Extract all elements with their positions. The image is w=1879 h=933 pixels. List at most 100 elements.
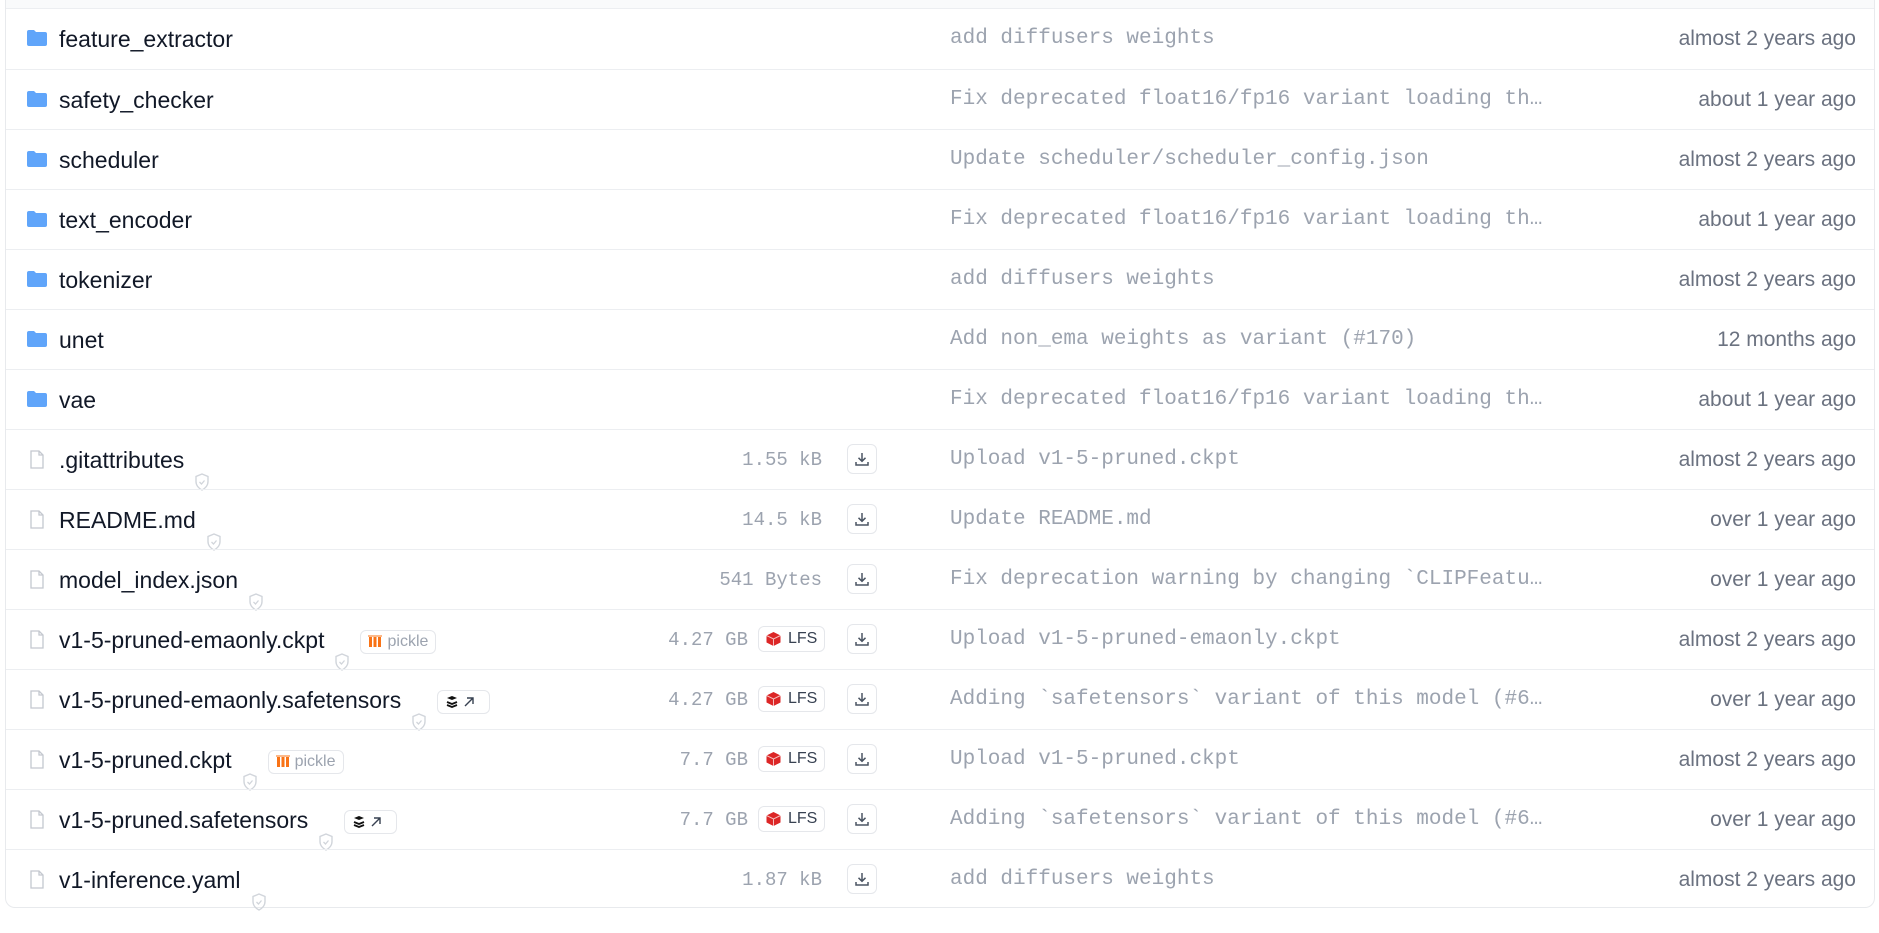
entry-name[interactable]: vae [59, 387, 96, 413]
file-row[interactable]: v1-inference.yaml 1.87 kB add diffusers we… [6, 849, 1874, 911]
pickle-badge[interactable]: pickle [267, 749, 344, 774]
file-row[interactable]: v1-5-pruned-emaonly.ckpt pickle 4.27 GB LFS… [6, 609, 1874, 671]
entry-name[interactable]: model_index.json [59, 567, 238, 593]
folder-row[interactable]: vae Fix deprecated float16/fp16 variant l… [6, 369, 1874, 429]
file-row[interactable]: v1-5-pruned.safetensors 7.7 GB LFS Adding `… [6, 789, 1874, 851]
download-icon [854, 871, 870, 887]
commit-date: over 1 year ago [1710, 508, 1856, 531]
file-icon [26, 570, 48, 589]
download-button[interactable] [847, 444, 877, 474]
commit-message-link[interactable]: add diffusers weights [950, 9, 1550, 69]
entry-name[interactable]: README.md [59, 507, 196, 533]
commit-message-link[interactable]: Update scheduler/scheduler_config.json [950, 130, 1550, 190]
entry-name[interactable]: v1-5-pruned-emaonly.ckpt [59, 627, 324, 653]
folder-name-link[interactable]: text_encoder [59, 190, 192, 250]
file-name-link[interactable]: v1-inference.yaml [59, 850, 267, 911]
commit-message-link[interactable]: Upload v1-5-pruned-emaonly.ckpt [950, 610, 1550, 670]
download-button[interactable] [847, 744, 877, 774]
folder-row[interactable]: text_encoder Fix deprecated float16/fp16 … [6, 189, 1874, 249]
entry-name[interactable]: unet [59, 327, 104, 353]
commit-message-link[interactable]: Fix deprecated float16/fp16 variant load… [950, 190, 1550, 250]
file-name-link[interactable]: model_index.json [59, 550, 264, 611]
pickle-badge[interactable]: pickle [360, 629, 437, 654]
file-icon [26, 510, 48, 529]
entry-name[interactable]: safety_checker [59, 87, 214, 113]
safe-shield-icon[interactable] [248, 573, 264, 611]
lfs-badge[interactable]: LFS [758, 806, 826, 832]
entry-name[interactable]: v1-5-pruned.safetensors [59, 807, 308, 833]
file-name-link[interactable]: README.md [59, 490, 222, 551]
safe-shield-icon[interactable] [334, 633, 350, 671]
file-name-link[interactable]: .gitattributes [59, 430, 210, 491]
file-icon [26, 450, 48, 469]
folder-row[interactable]: scheduler Update scheduler/scheduler_conf… [6, 129, 1874, 189]
commit-message-link[interactable]: Adding `safetensors` variant of this mod… [950, 790, 1550, 850]
folder-row[interactable]: unet Add non_ema weights as variant (#170… [6, 309, 1874, 369]
lfs-badge[interactable]: LFS [758, 746, 826, 772]
file-row[interactable]: .gitattributes 1.55 kB Upload v1-5-pruned.… [6, 429, 1874, 491]
commit-message-link[interactable]: Fix deprecation warning by changing `CLI… [950, 550, 1550, 610]
file-icon [26, 750, 48, 769]
entry-name[interactable]: tokenizer [59, 267, 152, 293]
folder-name-link[interactable]: vae [59, 370, 96, 430]
file-icon [26, 690, 48, 709]
lfs-label: LFS [788, 690, 818, 707]
file-name-link[interactable]: v1-5-pruned.safetensors [59, 790, 398, 851]
file-name-link[interactable]: v1-5-pruned-emaonly.safetensors [59, 670, 491, 731]
safetensors-viewer-icon[interactable] [344, 809, 398, 834]
entry-name[interactable]: v1-5-pruned-emaonly.safetensors [59, 687, 401, 713]
commit-date: almost 2 years ago [1678, 27, 1856, 50]
lfs-badge[interactable]: LFS [758, 686, 826, 712]
download-button[interactable] [847, 684, 877, 714]
file-row[interactable]: v1-5-pruned.ckpt pickle 7.7 GB LFS Upload v1… [6, 729, 1874, 791]
file-row[interactable]: README.md 14.5 kB Update README.md over 1 y… [6, 489, 1874, 551]
folder-name-link[interactable]: safety_checker [59, 70, 214, 130]
commit-date: almost 2 years ago [1678, 628, 1856, 651]
download-button[interactable] [847, 504, 877, 534]
file-row[interactable]: v1-5-pruned-emaonly.safetensors 4.27 GB LF… [6, 669, 1874, 731]
entry-name[interactable]: text_encoder [59, 207, 192, 233]
entry-name[interactable]: v1-inference.yaml [59, 867, 241, 893]
safe-shield-icon[interactable] [318, 813, 334, 851]
folder-row[interactable]: safety_checker Fix deprecated float16/fp1… [6, 69, 1874, 129]
download-button[interactable] [847, 624, 877, 654]
commit-message-link[interactable]: Fix deprecated float16/fp16 variant load… [950, 70, 1550, 130]
safe-shield-icon[interactable] [411, 693, 427, 731]
commit-message-link[interactable]: Update README.md [950, 490, 1550, 550]
download-icon [854, 511, 870, 527]
folder-name-link[interactable]: tokenizer [59, 250, 152, 310]
entry-name[interactable]: v1-5-pruned.ckpt [59, 747, 232, 773]
download-button[interactable] [847, 804, 877, 834]
commit-message-link[interactable]: Add non_ema weights as variant (#170) [950, 310, 1550, 370]
entry-name[interactable]: scheduler [59, 147, 159, 173]
commit-message-link[interactable]: Upload v1-5-pruned.ckpt [950, 430, 1550, 490]
commit-message-link[interactable]: add diffusers weights [950, 250, 1550, 310]
folder-row[interactable]: tokenizer add diffusers weights almost 2 y… [6, 249, 1874, 309]
file-name-link[interactable]: v1-5-pruned-emaonly.ckpt pickle [59, 610, 437, 671]
file-icon [26, 870, 48, 889]
file-row[interactable]: model_index.json 541 Bytes Fix deprecation… [6, 549, 1874, 611]
commit-message-link[interactable]: Adding `safetensors` variant of this mod… [950, 670, 1550, 730]
lfs-badge[interactable]: LFS [758, 626, 826, 652]
safe-shield-icon[interactable] [251, 873, 267, 911]
folder-name-link[interactable]: feature_extractor [59, 9, 233, 69]
safetensors-viewer-icon[interactable] [437, 689, 491, 714]
folder-name-link[interactable]: scheduler [59, 130, 159, 190]
file-size: 1.87 kB [742, 869, 822, 891]
file-name-link[interactable]: v1-5-pruned.ckpt pickle [59, 730, 344, 791]
commit-message-link[interactable]: add diffusers weights [950, 850, 1550, 910]
safe-shield-icon[interactable] [194, 453, 210, 491]
pickle-badge-label: pickle [387, 632, 429, 650]
entry-name[interactable]: .gitattributes [59, 447, 184, 473]
folder-name-link[interactable]: unet [59, 310, 104, 370]
entry-name[interactable]: feature_extractor [59, 26, 233, 52]
safe-shield-icon[interactable] [242, 753, 258, 791]
download-icon [854, 751, 870, 767]
safe-shield-icon[interactable] [206, 513, 222, 551]
commit-message-link[interactable]: Upload v1-5-pruned.ckpt [950, 730, 1550, 790]
commit-message-link[interactable]: Fix deprecated float16/fp16 variant load… [950, 370, 1550, 430]
commit-date: almost 2 years ago [1678, 748, 1856, 771]
download-button[interactable] [847, 564, 877, 594]
folder-row[interactable]: feature_extractor add diffusers weights al… [6, 9, 1874, 69]
download-button[interactable] [847, 864, 877, 894]
